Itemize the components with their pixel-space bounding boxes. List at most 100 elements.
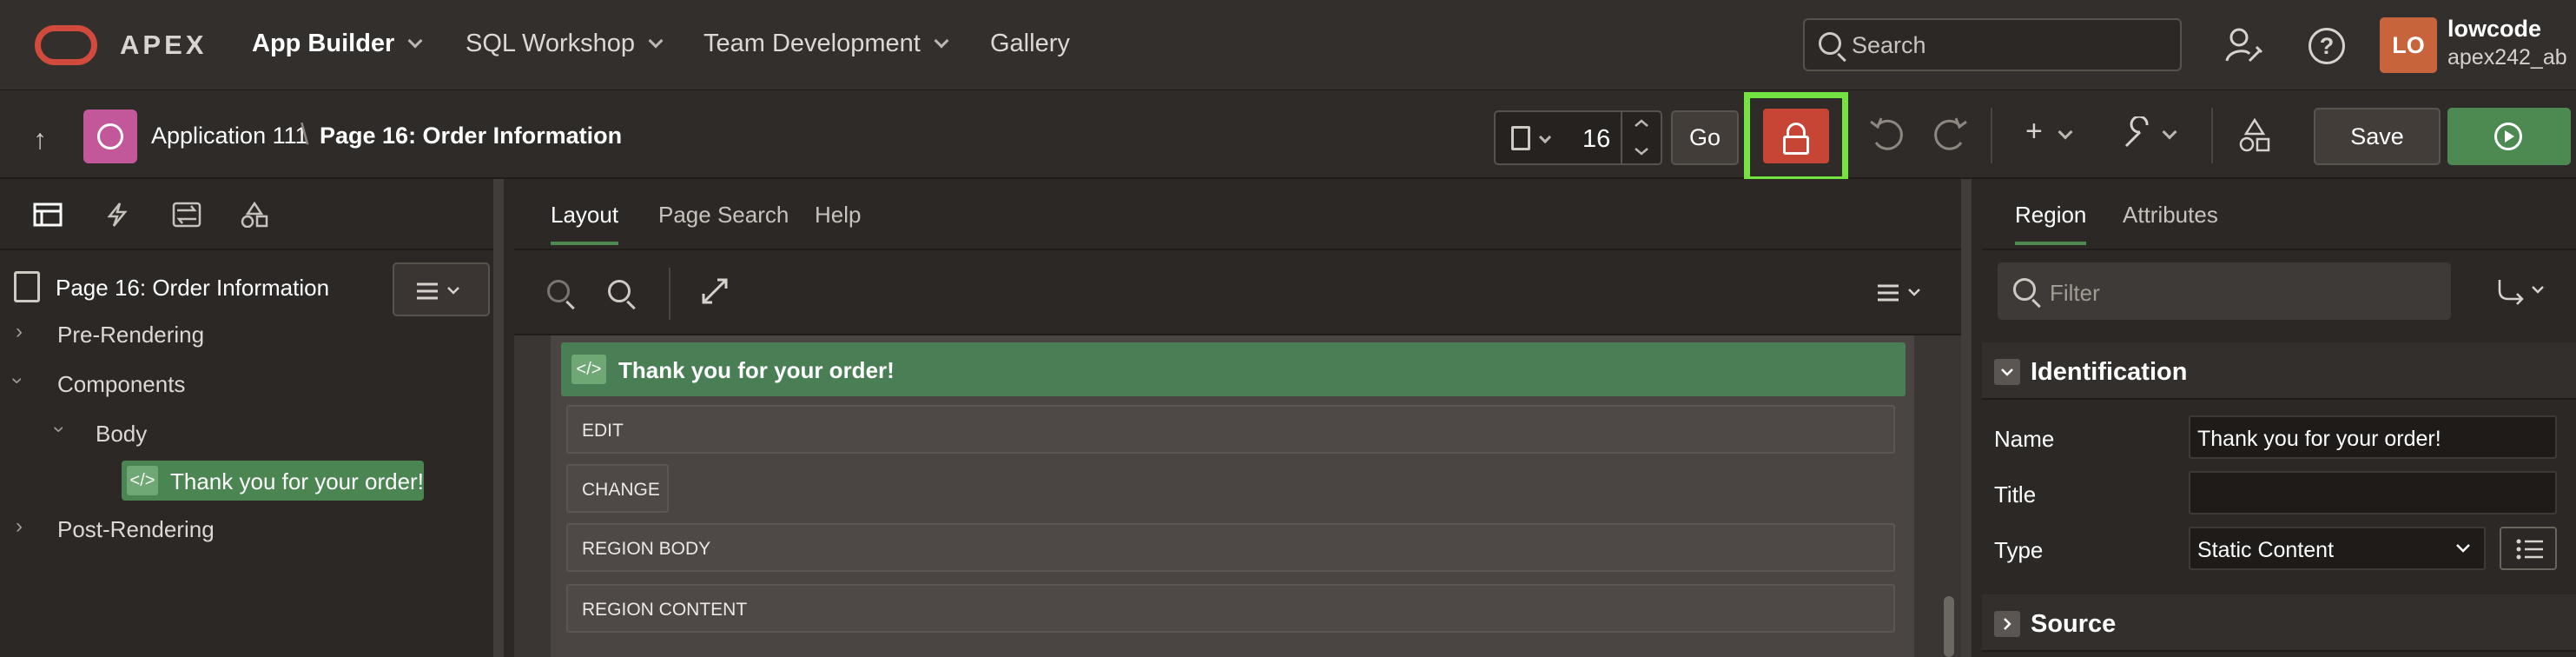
- top-navigation-bar: APEX App Builder SQL Workshop Team Devel…: [0, 0, 2576, 90]
- chevron-down-icon: [934, 33, 949, 49]
- arrow-up-icon[interactable]: ↑: [33, 123, 47, 156]
- property-filter-input[interactable]: Filter: [1998, 262, 2451, 320]
- zoom-in-icon[interactable]: [608, 280, 631, 302]
- search-icon: [1819, 32, 1841, 55]
- go-button[interactable]: Go: [1671, 110, 1739, 165]
- page-icon: [14, 271, 40, 302]
- expand-icon[interactable]: [700, 276, 730, 306]
- slot-region-body[interactable]: REGION BODY: [566, 523, 1895, 572]
- lock-icon-body: [1783, 136, 1809, 155]
- chevron-right-icon[interactable]: ›: [16, 514, 23, 539]
- avatar[interactable]: LO: [2380, 17, 2437, 73]
- undo-icon[interactable]: [1867, 116, 1907, 155]
- utilities-menu-button[interactable]: [2121, 115, 2183, 155]
- layout-panel: Layout Page Search Help </> Thank you fo…: [514, 179, 1972, 657]
- page-number-input[interactable]: 16: [1582, 125, 1610, 154]
- chevron-right-icon[interactable]: ›: [16, 320, 23, 344]
- user-workspace[interactable]: apex242_ab: [2447, 45, 2567, 70]
- prop-name-label: Name: [1994, 426, 2055, 452]
- tab-help[interactable]: Help: [815, 202, 861, 229]
- menu-icon: [417, 282, 459, 300]
- tree-menu-button[interactable]: [393, 262, 490, 316]
- slot-change[interactable]: CHANGE: [566, 464, 669, 513]
- nav-sql-workshop[interactable]: SQL Workshop: [466, 30, 664, 58]
- type-list-button[interactable]: [2500, 527, 2557, 570]
- tab-dynamic-actions-icon[interactable]: [102, 202, 132, 228]
- tab-rendering-icon[interactable]: [33, 202, 63, 228]
- tab-page-search[interactable]: Page Search: [658, 202, 789, 229]
- group-identification-title: Identification: [2031, 358, 2188, 386]
- tree-node-post-rendering[interactable]: Post-Rendering: [57, 516, 215, 543]
- tree-node-body[interactable]: Body: [96, 421, 147, 448]
- chevron-down-icon: [1538, 130, 1552, 144]
- create-menu-button[interactable]: +: [2025, 115, 2077, 153]
- toolbar-divider: [2211, 108, 2213, 163]
- zoom-out-icon[interactable]: [547, 280, 570, 302]
- go-to-group-icon[interactable]: [2496, 276, 2552, 306]
- global-search-input[interactable]: Search: [1803, 18, 2182, 71]
- list-icon: [2516, 539, 2543, 560]
- tree-node-region-label: Thank you for your order!: [170, 468, 424, 494]
- page-icon: [1511, 126, 1530, 150]
- apex-brand[interactable]: APEX: [120, 30, 207, 61]
- chevron-down-icon[interactable]: ›: [47, 426, 71, 433]
- slot-edit-label: EDIT: [582, 421, 624, 441]
- group-source[interactable]: Source: [1982, 594, 2576, 652]
- user-settings-icon[interactable]: [2225, 26, 2263, 64]
- slot-edit[interactable]: EDIT: [566, 405, 1895, 454]
- layout-canvas[interactable]: </> Thank you for your order! EDIT CHANG…: [514, 335, 1961, 657]
- breadcrumb-separator: \: [301, 118, 309, 151]
- nav-gallery-label: Gallery: [990, 30, 1070, 57]
- group-identification[interactable]: Identification: [1982, 342, 2576, 400]
- tree-page-title[interactable]: Page 16: Order Information: [56, 275, 329, 302]
- nav-app-builder-label: App Builder: [252, 30, 395, 57]
- application-icon[interactable]: [83, 110, 137, 163]
- page-lock-button[interactable]: [1763, 109, 1829, 163]
- nav-gallery[interactable]: Gallery: [990, 30, 1070, 58]
- prop-type-value: Static Content: [2197, 538, 2335, 562]
- prop-name-field[interactable]: Thank you for your order!: [2189, 415, 2557, 459]
- shared-components-icon[interactable]: [2237, 116, 2272, 155]
- redo-icon[interactable]: [1930, 116, 1970, 155]
- chevron-down-icon: [648, 33, 664, 49]
- oracle-logo-icon[interactable]: [35, 25, 97, 65]
- chevron-down-icon: [2057, 124, 2073, 140]
- layout-menu-icon[interactable]: [1878, 283, 1930, 302]
- save-and-run-button[interactable]: [2447, 108, 2571, 165]
- nav-team-development[interactable]: Team Development: [703, 30, 949, 58]
- group-source-title: Source: [2031, 610, 2117, 638]
- slot-change-label: CHANGE: [582, 480, 660, 500]
- chevron-down-icon: [2456, 544, 2470, 553]
- filter-placeholder: Filter: [2050, 280, 2100, 306]
- stepper-arrows-icon: [1635, 119, 1648, 156]
- user-name[interactable]: lowcode: [2447, 16, 2541, 43]
- chevron-down-icon[interactable]: ›: [5, 377, 30, 384]
- tab-attributes[interactable]: Attributes: [2123, 202, 2218, 229]
- breadcrumb-application[interactable]: Application 111: [151, 123, 308, 149]
- region-header[interactable]: </> Thank you for your order!: [561, 342, 1906, 396]
- canvas-scrollbar[interactable]: [1944, 596, 1954, 657]
- page-number-stepper[interactable]: [1621, 112, 1661, 163]
- page-selector[interactable]: 16: [1494, 110, 1662, 165]
- chevron-down-icon: [2162, 124, 2177, 140]
- prop-title-label: Title: [1994, 481, 2037, 508]
- nav-app-builder[interactable]: App Builder: [252, 30, 423, 58]
- tab-processing-icon[interactable]: [172, 202, 201, 228]
- help-icon[interactable]: ?: [2308, 28, 2345, 64]
- left-panel-tabs: [0, 179, 493, 250]
- tab-shared-components-icon[interactable]: [240, 202, 269, 228]
- prop-type-select[interactable]: Static Content: [2189, 527, 2486, 570]
- tab-layout[interactable]: Layout: [551, 202, 619, 245]
- rendering-tree-panel: Page 16: Order Information › Pre-Renderi…: [0, 179, 504, 657]
- tree-node-components[interactable]: Components: [57, 371, 185, 398]
- tree-node-pre-rendering[interactable]: Pre-Rendering: [57, 322, 204, 348]
- nav-sql-workshop-label: SQL Workshop: [466, 30, 636, 57]
- tree-node-region-selected[interactable]: </> Thank you for your order!: [122, 461, 424, 501]
- tab-region[interactable]: Region: [2015, 202, 2087, 245]
- play-icon: [2505, 130, 2514, 143]
- save-button[interactable]: Save: [2314, 108, 2441, 165]
- slot-region-content[interactable]: REGION CONTENT: [566, 584, 1895, 633]
- property-editor-panel: Region Attributes Filter Identification …: [1982, 179, 2576, 657]
- page-designer-toolbar: ↑ Application 111 \ Page 16: Order Infor…: [0, 90, 2576, 179]
- prop-title-field[interactable]: [2189, 471, 2557, 514]
